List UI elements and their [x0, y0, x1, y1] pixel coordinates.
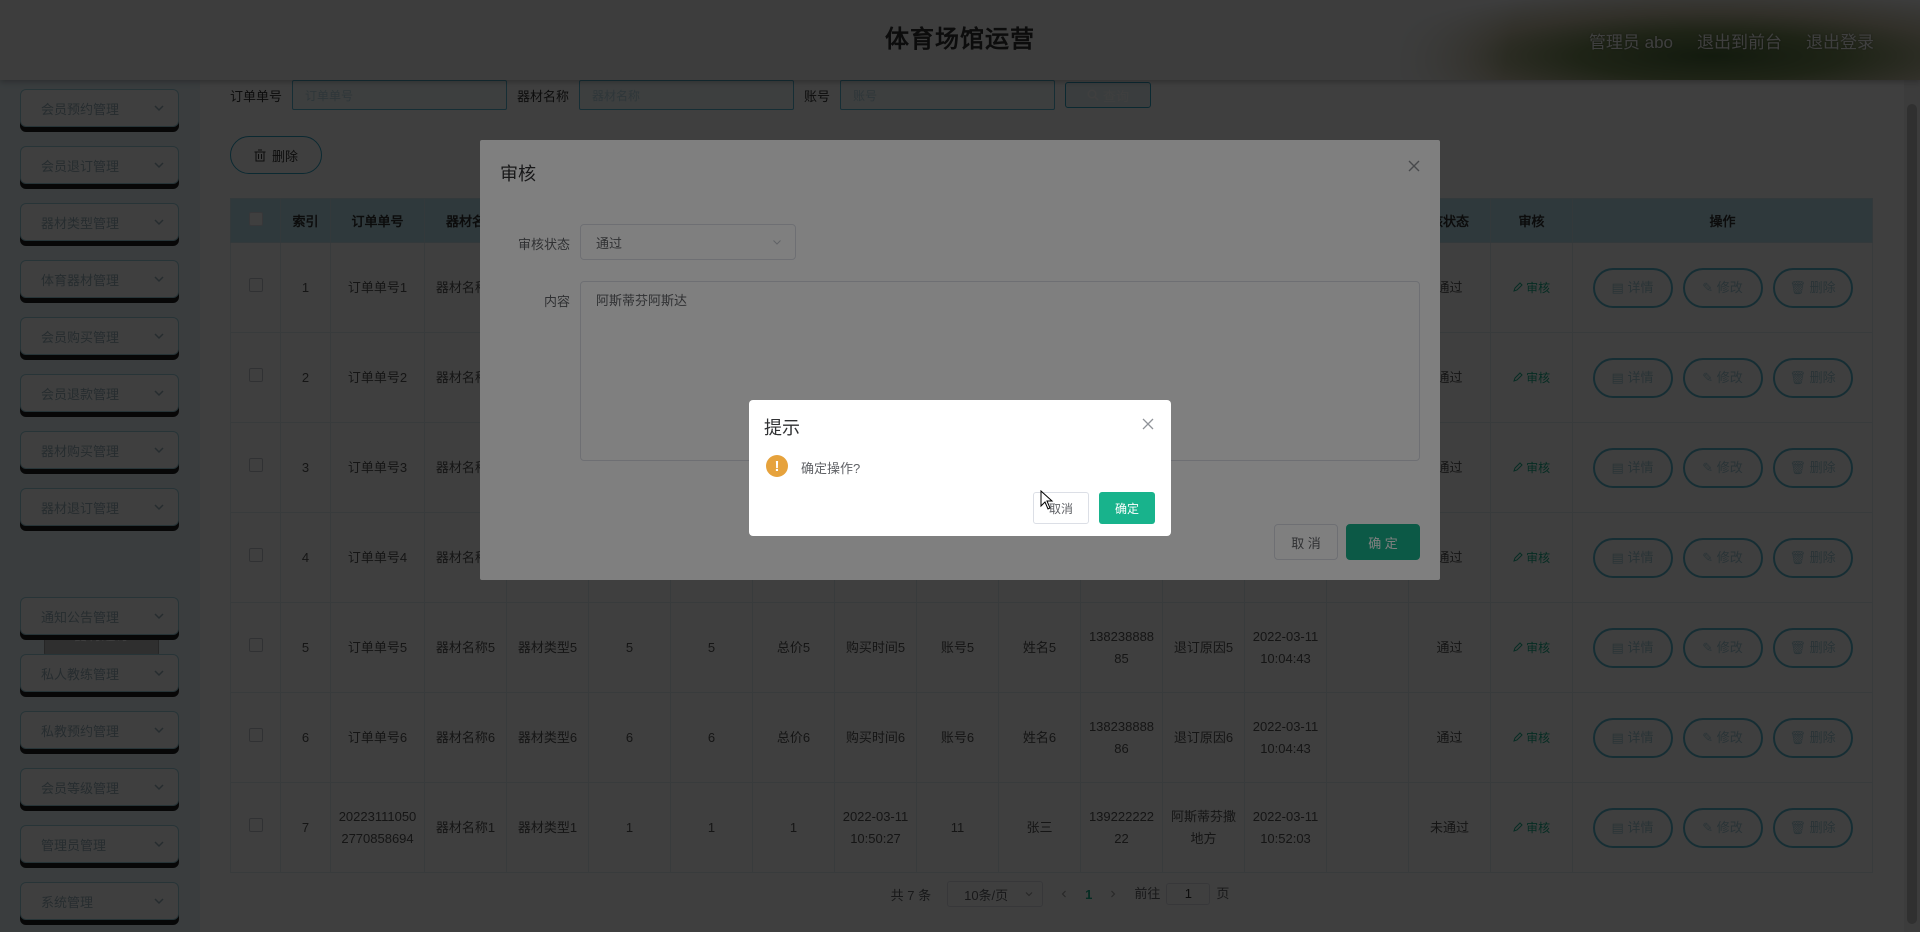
- warning-icon: !: [766, 455, 788, 477]
- confirm-messagebox: 提示 ! 确定操作? 取消 确定: [749, 400, 1171, 536]
- mouse-cursor-icon: [1040, 490, 1054, 510]
- close-icon[interactable]: [1142, 418, 1154, 430]
- messagebox-title: 提示: [764, 418, 800, 438]
- messagebox-confirm-button[interactable]: 确定: [1099, 492, 1155, 524]
- messagebox-message: 确定操作?: [801, 461, 861, 476]
